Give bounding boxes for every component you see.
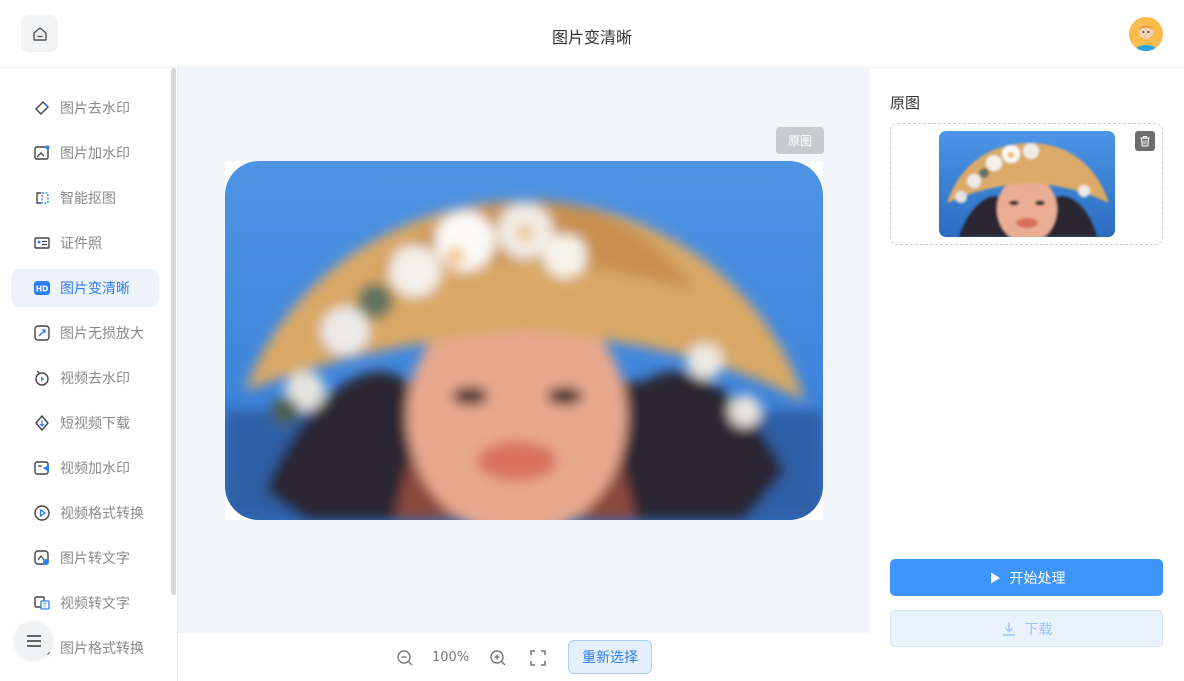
zoom-toolbar: 100% 重新选择 [178,633,870,681]
menu-button[interactable] [14,621,53,660]
sidebar-item-label: 短视频下载 [60,416,130,432]
hd-icon: HD [33,279,51,297]
enlarge-icon [33,324,51,342]
avatar-icon [1129,17,1163,51]
sidebar-item-label: 图片无损放大 [60,326,144,342]
video-clean-icon [33,369,51,387]
video-convert-icon [33,504,51,522]
sidebar-scrollbar[interactable] [171,68,176,595]
sidebar-item-label: 图片格式转换 [60,641,144,657]
sidebar-item-label: 图片去水印 [60,101,130,117]
svg-text:T: T [42,603,47,610]
image-add-icon [33,144,51,162]
sidebar-item-id-photo[interactable]: 证件照 [11,224,159,262]
download-button[interactable]: 下载 [890,610,1163,647]
original-toggle-button[interactable]: 原图 [776,127,824,154]
id-card-icon [33,234,51,252]
preview-image [225,161,823,520]
sidebar-item-image-enhance[interactable]: HD 图片变清晰 [11,269,159,307]
sidebar-item-video-watermark-remove[interactable]: 视频去水印 [11,359,159,397]
short-video-icon [33,414,51,432]
sidebar-item-video-format[interactable]: 视频格式转换 [11,494,159,532]
sidebar-item-label: 证件照 [60,236,102,252]
start-processing-button[interactable]: 开始处理 [890,559,1163,596]
sidebar-item-video-to-text[interactable]: T 视频转文字 [11,584,159,622]
zoom-in-icon [490,650,506,666]
cutout-icon [33,189,51,207]
sidebar-item-image-enlarge[interactable]: 图片无损放大 [11,314,159,352]
preview-canvas: 原图 [178,68,870,633]
sidebar-item-label: 图片加水印 [60,146,130,162]
hamburger-menu-icon [26,634,41,647]
sidebar-item-cutout[interactable]: 智能抠图 [11,179,159,217]
start-processing-label: 开始处理 [1009,570,1066,587]
download-icon [1002,622,1015,636]
sidebar-item-label: 视频格式转换 [60,506,144,522]
zoom-level: 100% [432,650,470,665]
original-label: 原图 [890,94,921,112]
sidebar-item-watermark-add[interactable]: 图片加水印 [11,134,159,172]
image-text-icon [33,549,51,567]
play-icon [990,572,1000,583]
right-panel: 原图 开始处理 下载 [870,68,1184,681]
video-add-icon [33,459,51,477]
sidebar: 图片去水印 图片加水印 智能抠图 证件照 HD 图片变清晰 图片无损放大 视频去… [0,68,178,681]
zoom-in-button[interactable] [488,648,508,668]
video-text-icon: T [33,594,51,612]
sidebar-item-watermark-remove[interactable]: 图片去水印 [11,89,159,127]
fullscreen-icon [530,650,546,666]
reselect-button[interactable]: 重新选择 [568,640,652,674]
svg-text:HD: HD [36,285,49,294]
fullscreen-button[interactable] [528,648,548,668]
eraser-icon [33,99,51,117]
sidebar-item-image-to-text[interactable]: 图片转文字 [11,539,159,577]
sidebar-item-label: 图片变清晰 [60,281,130,297]
zoom-out-button[interactable] [395,648,415,668]
upload-area[interactable] [890,123,1163,245]
delete-image-button[interactable] [1135,131,1155,151]
sidebar-item-label: 视频加水印 [60,461,130,477]
top-bar: 图片变清晰 [0,0,1184,68]
sidebar-item-label: 图片转文字 [60,551,130,567]
user-avatar[interactable] [1129,17,1163,51]
sidebar-item-label: 视频去水印 [60,371,130,387]
page-title: 图片变清晰 [551,28,632,47]
sidebar-item-short-video-download[interactable]: 短视频下载 [11,404,159,442]
sidebar-item-label: 视频转文字 [60,596,130,612]
trash-icon [1140,136,1150,147]
sidebar-item-video-watermark-add[interactable]: 视频加水印 [11,449,159,487]
download-label: 下载 [1024,621,1053,638]
sidebar-item-label: 智能抠图 [60,191,116,207]
zoom-out-icon [397,650,413,666]
original-thumbnail[interactable] [939,131,1115,237]
